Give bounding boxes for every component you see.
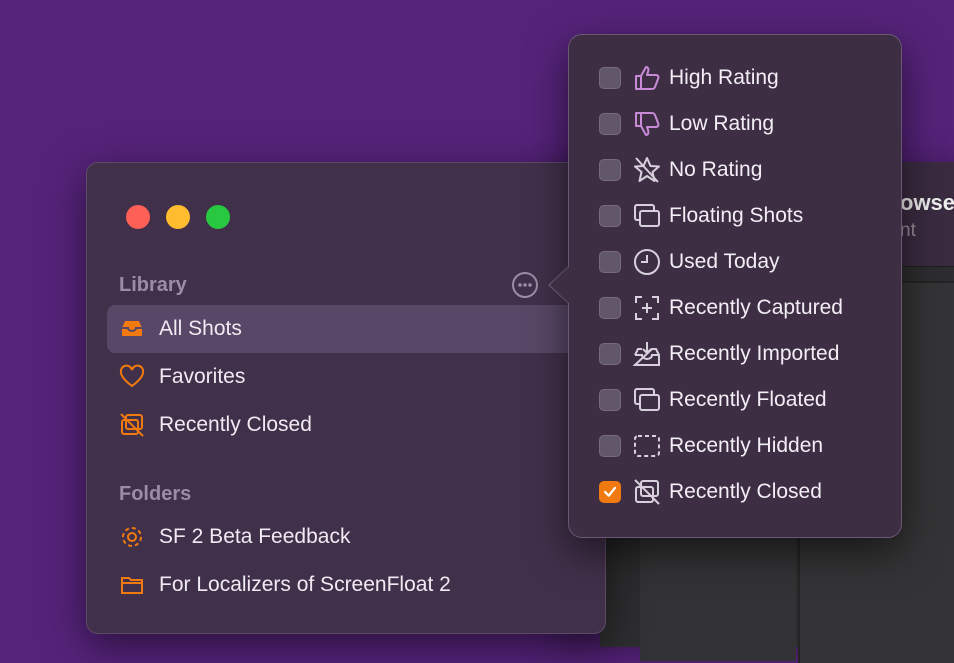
- window-minimize-button[interactable]: [166, 205, 190, 229]
- gear-icon: [119, 524, 145, 550]
- checkbox[interactable]: [599, 205, 621, 227]
- filter-item-label: Recently Closed: [669, 480, 822, 503]
- filter-item-high-rating[interactable]: High Rating: [599, 58, 779, 98]
- checkbox[interactable]: [599, 251, 621, 273]
- sidebar-item-label: All Shots: [159, 317, 242, 340]
- filter-item-recently-captured[interactable]: Recently Captured: [599, 288, 843, 328]
- filter-item-label: No Rating: [669, 158, 763, 181]
- filter-item-recently-imported[interactable]: Recently Imported: [599, 334, 839, 374]
- tray-download-icon: [631, 338, 663, 370]
- filter-item-label: Recently Hidden: [669, 434, 824, 457]
- filter-popover: High Rating Low Rating No Rating Floatin…: [568, 34, 902, 538]
- main-window-title: owse: [900, 190, 954, 215]
- filter-item-recently-closed[interactable]: Recently Closed: [599, 472, 822, 512]
- library-header: Library: [119, 274, 187, 296]
- sidebar-item-label: For Localizers of ScreenFloat 2: [159, 573, 451, 596]
- thumbs-up-icon: [631, 62, 663, 94]
- more-options-button[interactable]: [511, 271, 539, 299]
- checkbox-checked[interactable]: [599, 481, 621, 503]
- filter-item-floating-shots[interactable]: Floating Shots: [599, 196, 803, 236]
- folders-header: Folders: [119, 483, 192, 505]
- checkbox[interactable]: [599, 159, 621, 181]
- filter-item-label: Low Rating: [669, 112, 775, 135]
- closed-window-icon: [631, 476, 663, 508]
- checkbox[interactable]: [599, 435, 621, 457]
- dashed-rect-icon: [631, 430, 663, 462]
- closed-window-icon: [119, 412, 145, 438]
- checkbox[interactable]: [599, 297, 621, 319]
- window-zoom-button[interactable]: [206, 205, 230, 229]
- sidebar-item-folder[interactable]: SF 2 Beta Feedback: [107, 513, 577, 561]
- filter-item-label: Recently Floated: [669, 388, 827, 411]
- filter-item-used-today[interactable]: Used Today: [599, 242, 780, 282]
- sidebar-item-label: Recently Closed: [159, 413, 312, 436]
- filter-item-no-rating[interactable]: No Rating: [599, 150, 762, 190]
- window-close-button[interactable]: [126, 205, 150, 229]
- tray-icon: [119, 316, 145, 342]
- filter-item-low-rating[interactable]: Low Rating: [599, 104, 774, 144]
- checkbox[interactable]: [599, 343, 621, 365]
- folder-icon: [119, 572, 145, 598]
- filter-item-recently-hidden[interactable]: Recently Hidden: [599, 426, 823, 466]
- sidebar-item-folder[interactable]: For Localizers of ScreenFloat 2: [107, 561, 577, 609]
- sidebar-item-label: SF 2 Beta Feedback: [159, 525, 351, 548]
- main-window-subtitle: nt: [900, 220, 916, 241]
- sidebar-item-favorites[interactable]: Favorites: [107, 353, 577, 401]
- filter-item-label: Recently Captured: [669, 296, 843, 319]
- stacked-windows-icon: [631, 200, 663, 232]
- filter-item-label: Floating Shots: [669, 204, 804, 227]
- stacked-windows-icon: [631, 384, 663, 416]
- checkbox[interactable]: [599, 67, 621, 89]
- clock-icon: [631, 246, 663, 278]
- filter-item-label: High Rating: [669, 66, 779, 89]
- capture-plus-icon: [631, 292, 663, 324]
- sidebar-item-all-shots[interactable]: All Shots: [107, 305, 577, 353]
- checkbox[interactable]: [599, 389, 621, 411]
- star-slash-icon: [631, 154, 663, 186]
- thumbs-down-icon: [631, 108, 663, 140]
- filter-item-label: Recently Imported: [669, 342, 840, 365]
- sidebar-item-label: Favorites: [159, 365, 246, 388]
- heart-icon: [119, 364, 145, 390]
- sidebar-window: Library All Shots Favorites Recently Clo…: [86, 162, 606, 634]
- checkmark-icon: [603, 486, 617, 497]
- checkbox[interactable]: [599, 113, 621, 135]
- sidebar-item-recently-closed[interactable]: Recently Closed: [107, 401, 577, 449]
- filter-item-label: Used Today: [669, 250, 780, 273]
- popover-arrow-fill: [550, 266, 570, 304]
- filter-item-recently-floated[interactable]: Recently Floated: [599, 380, 827, 420]
- ellipsis-circle-icon: [512, 272, 538, 298]
